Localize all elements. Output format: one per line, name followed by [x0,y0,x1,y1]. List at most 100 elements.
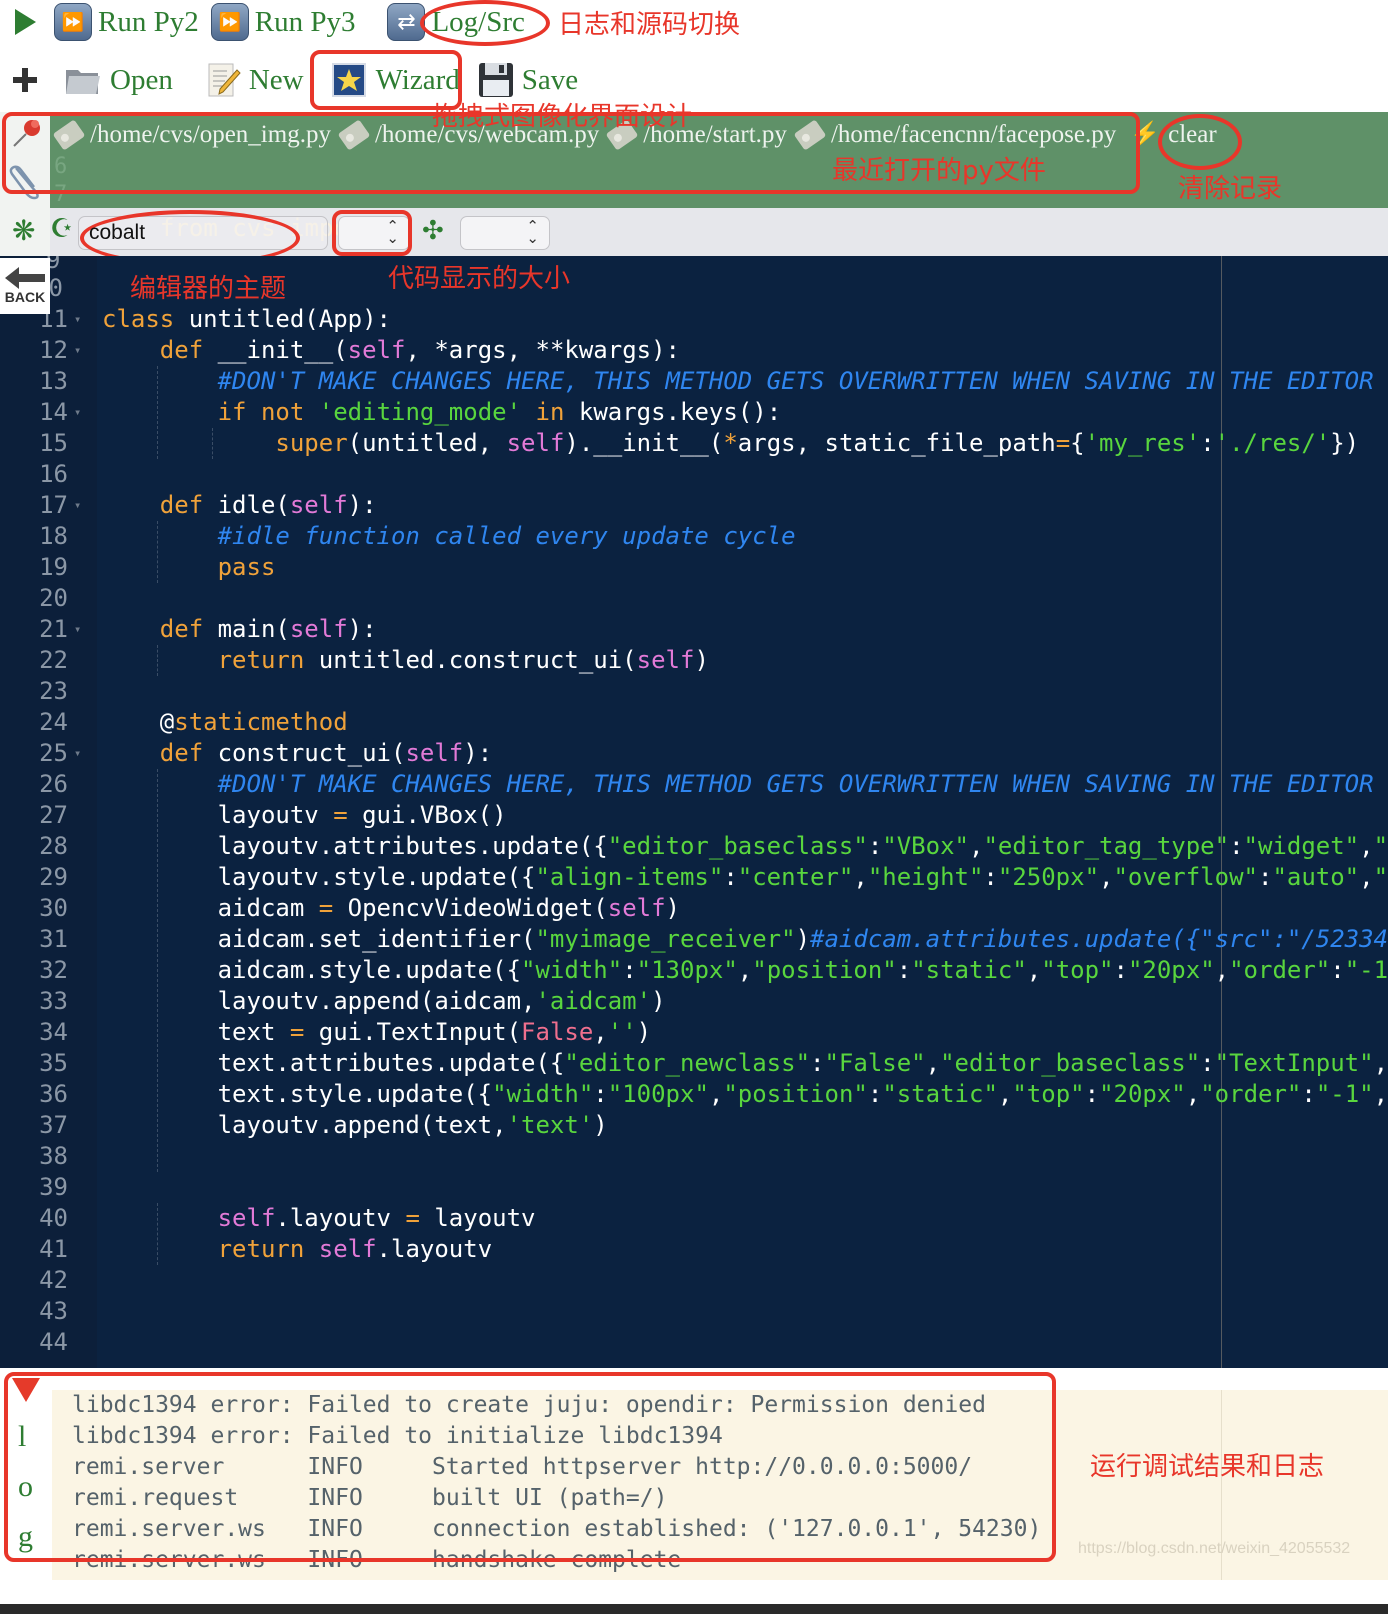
code-text: #DON'T MAKE CHANGES HERE, THIS METHOD GE… [217,770,1374,798]
line-number: 28 [39,832,68,860]
fold-arrow-icon[interactable]: ▾ [74,490,81,521]
code-line: 38 [0,1141,1388,1172]
indent-guide [157,521,158,583]
code-text: class untitled(App): [102,305,391,333]
code-line: 26 #DON'T MAKE CHANGES HERE, THIS METHOD… [0,769,1388,800]
code-text: return untitled.construct_ui(self) [217,646,709,674]
plus-icon[interactable] [10,65,40,95]
code-text: super(untitled, self).__init__(*args, st… [275,429,1360,457]
fast-forward-icon: ⏩ [210,3,249,41]
annotation-clear: 清除记录 [1178,174,1283,204]
line-number: 16 [39,460,68,488]
code-editor[interactable]: 9 10 11▾class untitled(App):12▾ def __in… [0,256,1388,1368]
run-py2-button[interactable]: ⏩ Run Py2 [54,3,199,41]
new-document-icon [207,62,241,98]
fold-arrow-icon[interactable]: ▾ [74,397,81,428]
code-line: 33 layoutv.append(aidcam,'aidcam') [0,986,1388,1017]
fold-arrow-icon[interactable]: ▾ [74,614,81,645]
line-number: 43 [39,1297,68,1325]
code-text: #idle function called every update cycle [217,522,796,550]
line-number: 12 [39,336,68,364]
code-text: layoutv.append(text,'text') [102,1111,608,1139]
back-button[interactable]: BACK [0,258,50,314]
line-number: 27 [39,801,68,829]
code-line: 28 layoutv.attributes.update({"editor_ba… [0,831,1388,862]
code-text: def main(self): [159,615,377,643]
code-text: text.attributes.update({"editor_newclass… [102,1049,1388,1077]
code-line: 12 ▾ def __init__(self, *args, **kwargs): [0,335,1388,366]
open-label: Open [110,63,173,96]
line-number: 38 [39,1142,68,1170]
fold-arrow-icon[interactable]: ▾ [74,335,81,366]
code-text: layoutv.attributes.update({"editor_basec… [102,832,1388,860]
annotation-font-size: 代码显示的大小 [388,264,571,294]
line-number: 33 [39,987,68,1015]
code-line: 15 super(untitled, self).__init__(*args,… [0,428,1388,459]
back-label: BACK [4,289,46,305]
line-number: 22 [39,646,68,674]
code-line: 30 aidcam = OpencvVideoWidget(self) [0,893,1388,924]
code-text: def idle(self): [159,491,377,519]
play-icon[interactable] [12,4,38,40]
run-py3-button[interactable]: ⏩ Run Py3 [210,3,356,41]
save-button[interactable]: Save [478,62,578,98]
floppy-disk-icon [478,62,514,98]
code-line: 21 ▾ def main(self): [0,614,1388,645]
fold-arrow-icon[interactable]: ▾ [74,738,81,769]
fold-arrow-icon[interactable]: ▾ [74,304,81,335]
code-line: 23 [0,676,1388,707]
code-text: self.layoutv = layoutv [217,1204,536,1232]
indent-guide [212,428,213,459]
line-number: 31 [39,925,68,953]
code-text: layoutv.style.update({"align-items":"cen… [102,863,1388,891]
code-text: @staticmethod [102,708,348,736]
line-number: 15 [39,429,68,457]
new-label: New [248,63,304,96]
arrow-left-icon [5,267,45,289]
mode-select[interactable]: ⌃ ⌄ [460,216,550,250]
move-arrows-icon[interactable]: ✣ [422,216,444,246]
run-py2-label: Run Py2 [98,5,199,38]
indent-guide [157,366,158,459]
code-line: 43 [0,1296,1388,1327]
code-text: aidcam.set_identifier("myimage_receiver"… [102,925,1388,953]
gear-asterisk-icon[interactable]: ❋ [12,214,35,247]
code-line: 29 layoutv.style.update({"align-items":"… [0,862,1388,893]
open-button[interactable]: Open [64,64,173,97]
code-line: 11 ▾ class untitled(App): [0,304,1388,335]
code-line: 16 [0,459,1388,490]
code-text: aidcam = OpencvVideoWidget(self) [102,894,680,922]
code-line: 24 @staticmethod [0,707,1388,738]
annotation-log-src: 日志和源码切换 [558,10,741,40]
code-text: if not 'editing_mode' in kwargs.keys(): [217,398,782,426]
line-number: 20 [39,584,68,612]
line-number: 17 [39,491,68,519]
code-line: 27 layoutv = gui.VBox() [0,800,1388,831]
code-text: text.style.update({"width":"100px","posi… [102,1080,1388,1108]
code-line: 25 ▾ def construct_ui(self): [0,738,1388,769]
code-text: layoutv.append(aidcam,'aidcam') [102,987,666,1015]
line-number: 18 [39,522,68,550]
line-number: 13 [39,367,68,395]
code-line: 18 #idle function called every update cy… [0,521,1388,552]
annotation-log-panel: 运行调试结果和日志 [1090,1452,1325,1482]
watermark: https://blog.csdn.net/weixin_42055532 [1078,1540,1351,1557]
annotation-recent-files: 最近打开的py文件 [832,156,1046,186]
crescent-icon[interactable]: ☪ [50,214,73,244]
fast-forward-icon: ⏩ [54,3,92,41]
code-line: 41 return self.layoutv [0,1234,1388,1265]
code-text: aidcam.style.update({"width":"130px","po… [102,956,1388,984]
new-button[interactable]: New [207,62,304,98]
annotation-ellipse-clear [1158,114,1242,170]
code-text: return self.layoutv [217,1235,493,1263]
code-text: layoutv = gui.VBox() [102,801,507,829]
run-py3-label: Run Py3 [254,5,356,38]
code-line: 40 self.layoutv = layoutv [0,1203,1388,1234]
annotation-ellipse-log-src [420,0,550,46]
code-line: 14 ▾ if not 'editing_mode' in kwargs.keys… [0,397,1388,428]
line-number: 23 [39,677,68,705]
line-number: 40 [39,1204,68,1232]
line-number: 36 [39,1080,68,1108]
line-number: 35 [39,1049,68,1077]
code-line: 31 aidcam.set_identifier("myimage_receiv… [0,924,1388,955]
